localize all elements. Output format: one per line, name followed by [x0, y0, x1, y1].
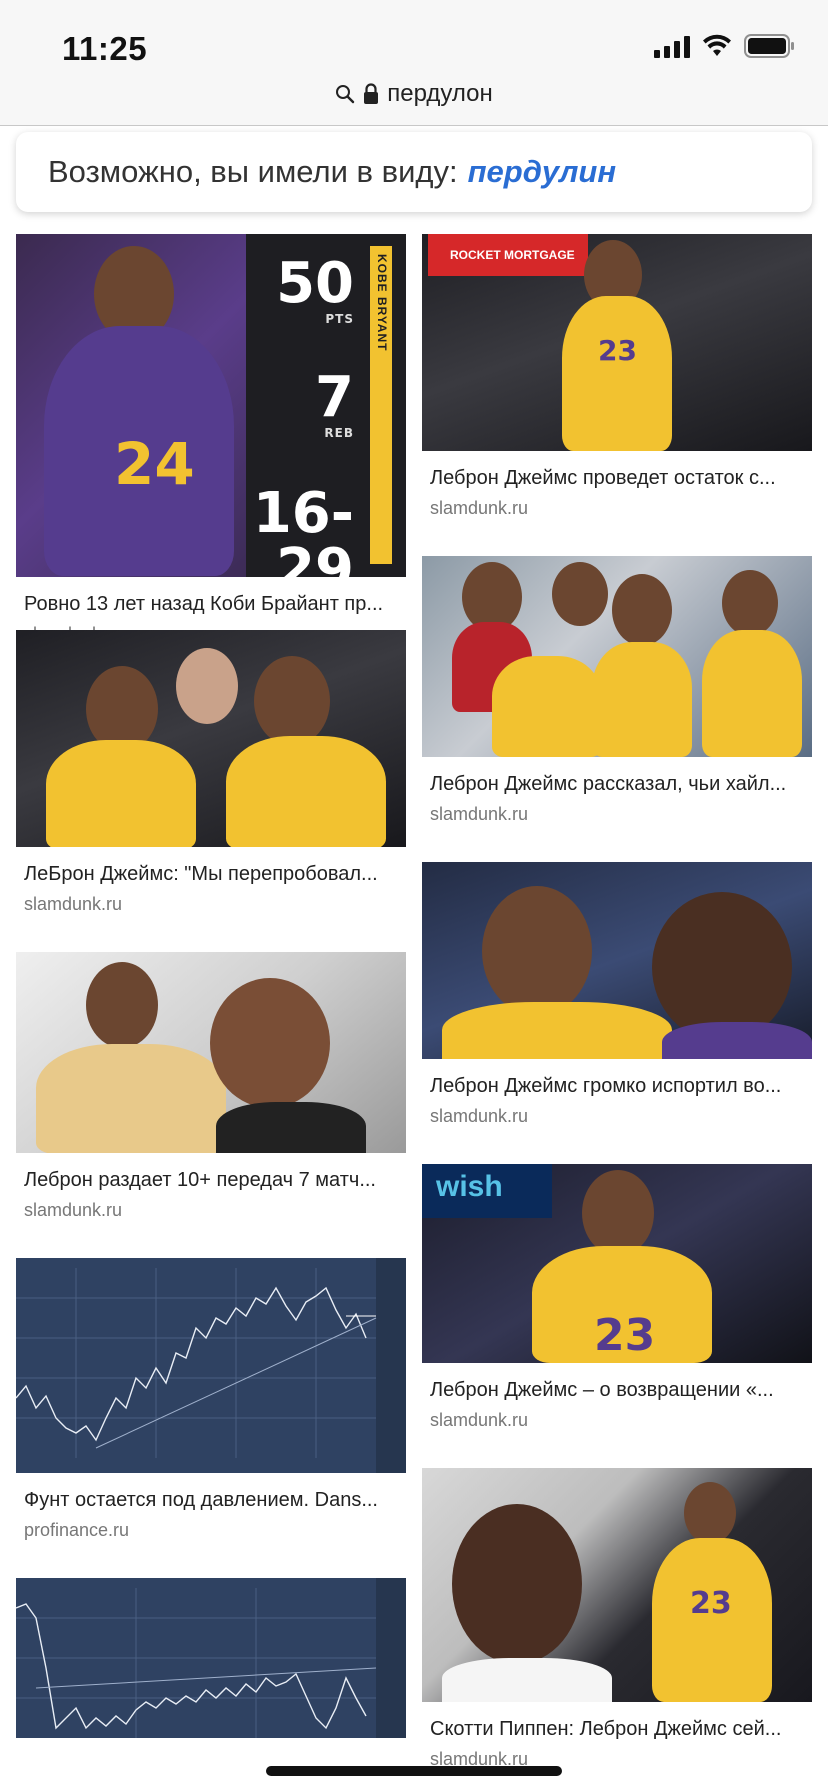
result-title: Фунт остается под давлением. Dans... — [24, 1489, 378, 1511]
image-result[interactable]: ROCKET MORTGAGE 23 Леброн Джеймс проведе… — [422, 234, 812, 556]
result-image: wish 23 — [422, 1164, 812, 1363]
result-title: Ровно 13 лет назад Коби Брайант пр... — [24, 593, 384, 615]
result-image — [16, 1258, 406, 1473]
result-source: slamdunk.ru — [24, 1200, 123, 1220]
result-image — [16, 952, 406, 1153]
result-title: Леброн Джеймс рассказал, чьи хайл... — [430, 773, 787, 795]
stat-value: 7 — [315, 365, 354, 430]
result-source: slamdunk.ru — [430, 498, 529, 518]
jersey-number: 23 — [690, 1586, 732, 1621]
arena-banner: ROCKET MORTGAGE — [428, 234, 588, 276]
stats-panel: KOBE BRYANT 50 PTS 7 REB 16-29 FG — [246, 234, 406, 577]
image-result[interactable]: Леброн Джеймс рассказал, чьи хайл... sla… — [422, 556, 812, 862]
jersey-number: 24 — [114, 430, 195, 498]
spelling-suggestion: Возможно, вы имели в виду: пердулин — [16, 132, 812, 212]
result-source: profinance.ru — [24, 1520, 130, 1540]
result-source: slamdunk.ru — [24, 894, 123, 914]
result-image — [16, 630, 406, 847]
stat-value: 16-29 — [252, 481, 354, 578]
wifi-icon — [703, 34, 731, 56]
status-time: 11:25 — [62, 30, 148, 67]
jersey-number: 23 — [594, 1310, 656, 1361]
browser-chrome: 11:25 пердулон — [0, 0, 828, 126]
price-chart-thumbnail — [16, 1258, 406, 1473]
image-result[interactable]: ЛеБрон Джеймс: "Мы перепробовал... slamd… — [16, 630, 406, 952]
result-title: ЛеБрон Джеймс: "Мы перепробовал... — [24, 863, 378, 885]
result-title: Леброн Джеймс – о возвращении «... — [430, 1379, 774, 1401]
result-title: Леброн Джеймс громко испортил во... — [430, 1075, 782, 1097]
battery-icon — [744, 34, 794, 58]
address-text: пердулон — [387, 80, 493, 107]
image-result[interactable]: Фунт остается под давлением. Dans... pro… — [16, 1258, 406, 1578]
image-result[interactable]: 23 Скотти Пиппен: Леброн Джеймс сей... s… — [422, 1468, 812, 1769]
result-source: slamdunk.ru — [430, 1106, 529, 1126]
result-title: Скотти Пиппен: Леброн Джеймс сей... — [430, 1718, 782, 1740]
player-name-vertical: KOBE BRYANT — [375, 254, 389, 352]
cellular-signal-icon — [654, 34, 690, 58]
home-indicator[interactable] — [266, 1766, 562, 1776]
results-column-right: ROCKET MORTGAGE 23 Леброн Джеймс проведе… — [422, 234, 812, 1769]
search-icon — [336, 85, 355, 104]
result-title: Леброн раздает 10+ передач 7 матч... — [24, 1169, 376, 1191]
result-title: Леброн Джеймс проведет остаток с... — [430, 467, 776, 489]
arena-banner: wish — [422, 1164, 552, 1218]
results-column-left: 24 KOBE BRYANT 50 PTS 7 REB 16-29 FG Ро — [16, 234, 406, 1738]
lock-icon — [364, 83, 379, 104]
result-image: 23 — [422, 1468, 812, 1702]
image-result[interactable]: 24 KOBE BRYANT 50 PTS 7 REB 16-29 FG Ро — [16, 234, 406, 644]
result-image: 24 KOBE BRYANT 50 PTS 7 REB 16-29 FG — [16, 234, 406, 577]
image-result[interactable]: Леброн Джеймс громко испортил во... slam… — [422, 862, 812, 1164]
image-result[interactable]: Леброн раздает 10+ передач 7 матч... sla… — [16, 952, 406, 1258]
price-chart-thumbnail — [16, 1578, 406, 1738]
image-result[interactable]: wish 23 Леброн Джеймс – о возвращении «.… — [422, 1164, 812, 1468]
jersey-number: 23 — [598, 334, 637, 367]
result-source: slamdunk.ru — [430, 804, 529, 824]
address-bar[interactable]: пердулон — [0, 80, 828, 108]
image-result[interactable] — [16, 1578, 406, 1738]
result-image — [422, 556, 812, 757]
result-image — [16, 1578, 406, 1738]
result-image — [422, 862, 812, 1059]
suggestion-link[interactable]: пердулин — [468, 154, 616, 190]
result-image: ROCKET MORTGAGE 23 — [422, 234, 812, 451]
result-source: slamdunk.ru — [430, 1410, 529, 1430]
suggestion-prefix: Возможно, вы имели в виду: — [48, 154, 458, 189]
stat-value: 50 — [276, 251, 354, 316]
status-icons — [654, 34, 796, 58]
